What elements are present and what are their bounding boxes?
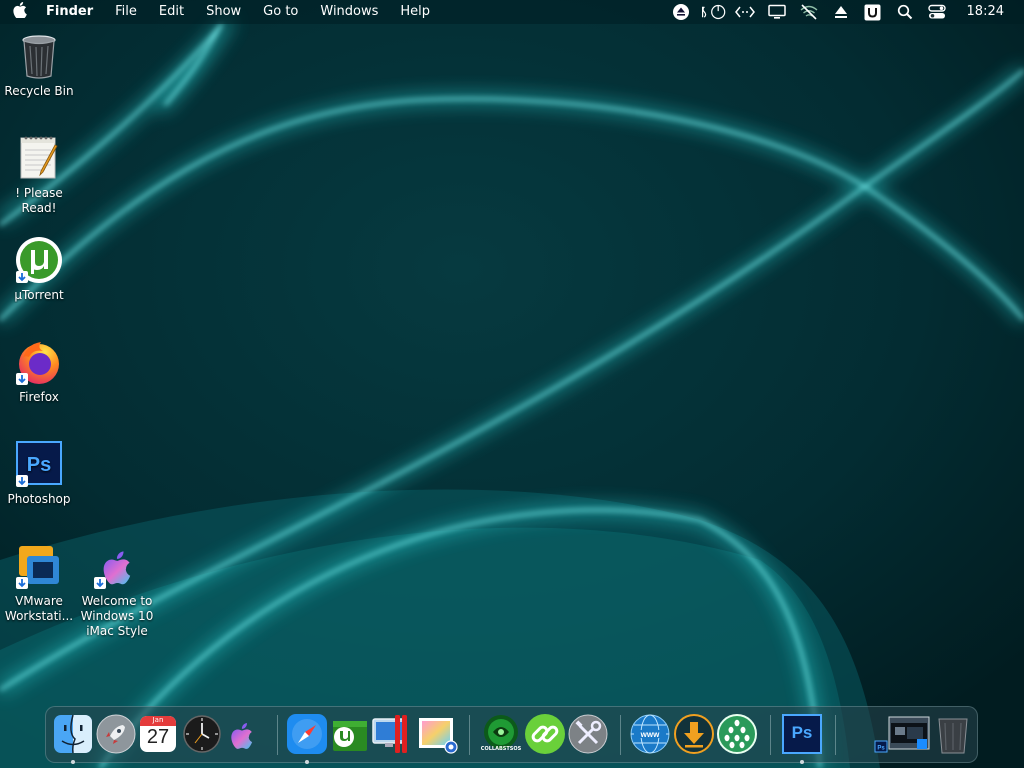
display-icon[interactable] [764,0,790,24]
dock-separator [277,715,278,755]
dock-clock[interactable] [181,713,223,755]
vmware-icon [15,542,63,590]
desktop-icon-vmware[interactable]: VMware Workstati... [0,542,79,624]
menu-go-to[interactable]: Go to [252,0,309,24]
dock-safari[interactable] [286,713,328,764]
dock-downloader[interactable] [673,713,715,755]
dock-parallels[interactable] [371,713,413,755]
dock-separator [469,715,470,755]
text-document-icon [15,134,63,182]
download-arrow-icon [674,714,714,754]
running-indicator [71,760,75,764]
svg-text:www: www [640,730,660,739]
menu-edit[interactable]: Edit [148,0,195,24]
dock-finder[interactable] [52,713,94,764]
photo-preview-icon [419,718,458,754]
search-icon[interactable] [892,0,918,24]
desktop-wallpaper [0,0,1024,768]
desktop-icon-utorrent[interactable]: µTorrent [0,236,79,303]
dock-link-app[interactable] [524,713,566,755]
network-code-icon[interactable] [732,0,758,24]
desktop-icon-label: µTorrent [14,288,64,302]
compass-icon [287,714,327,754]
shortcut-arrow-icon [16,373,28,385]
dock-trash[interactable] [932,713,974,755]
desktop-icon-photoshop[interactable]: Ps Photoshop [0,440,79,507]
utorrent-box-icon [333,721,367,751]
dock-collabstsos[interactable]: COLLABSTSOS [480,713,522,755]
apple-menu-icon[interactable] [0,2,40,22]
desktop-icon-please-read[interactable]: ! Please Read! [0,134,79,216]
eject-icon[interactable] [668,0,694,24]
desktop-icon-welcome[interactable]: Welcome to Windows 10 iMac Style [77,542,157,639]
apple-gradient-icon [231,723,253,749]
chain-link-icon [525,714,565,754]
dock-launchpad[interactable] [95,713,137,755]
dock-utorrent[interactable] [329,713,371,755]
collabstsos-label: COLLABSTSOS [480,746,522,752]
dock-separator [770,715,771,755]
photoshop-dock-label: Ps [791,723,813,742]
tools-icon [568,714,608,754]
power-icon[interactable] [700,0,726,24]
svg-text:Ps: Ps [27,454,51,476]
minimized-window-thumbnail-icon: Ps [874,716,930,753]
menu-windows[interactable]: Windows [309,0,389,24]
desktop-icon-label: ! Please Read! [15,186,63,215]
trash-icon [15,32,63,80]
shortcut-arrow-icon [16,271,28,283]
desktop-icon-label: Welcome to Windows 10 iMac Style [80,594,154,638]
parallels-icon [372,715,407,753]
welcome-apple-icon [93,542,141,590]
menu-file[interactable]: File [104,0,148,24]
shortcut-arrow-icon [16,475,28,487]
dock-separator [835,715,836,755]
running-indicator [800,760,804,764]
trash-icon [938,718,968,754]
menu-show[interactable]: Show [195,0,252,24]
dock-utilities[interactable] [567,713,609,755]
photoshop-icon: Ps [15,440,63,488]
running-indicator [305,760,309,764]
dock-photoshop[interactable]: Ps [781,713,823,764]
calendar-month: Jan [152,716,164,724]
u-badge-icon[interactable] [860,0,886,24]
dock-apple-welcome[interactable] [222,713,264,755]
dock-calendar[interactable]: Jan 27 [137,713,179,755]
desktop-icon-label: VMware Workstati... [4,594,74,623]
shortcut-arrow-icon [94,577,106,589]
desktop-icon-recycle-bin[interactable]: Recycle Bin [0,32,79,99]
dock-preview[interactable] [416,713,458,755]
shortcut-arrow-icon [16,577,28,589]
calendar-day: 27 [146,726,170,748]
desktop-icon-firefox[interactable]: Firefox [0,338,79,405]
finder-icon [54,714,92,754]
menu-bar: Finder File Edit Show Go to Windows Help [0,0,1024,24]
dock-minimized-window[interactable]: Ps [873,713,933,755]
clock-icon [183,715,221,753]
dock-drops-app[interactable] [716,713,758,755]
firefox-icon [15,338,63,386]
dock-separator [620,715,621,755]
desktop-icon-label: Recycle Bin [4,84,74,98]
menu-help[interactable]: Help [389,0,441,24]
dock-www-browser[interactable]: www [629,713,671,755]
globe-www-icon: www [630,714,670,754]
svg-text:Ps: Ps [877,746,885,752]
menu-bar-clock[interactable]: 18:24 [953,0,1024,24]
desktop-icon-label: Photoshop [7,492,71,506]
utorrent-icon [15,236,63,284]
control-center-icon[interactable] [924,0,950,24]
wifi-off-icon[interactable] [796,0,822,24]
rocket-icon [96,714,136,754]
drops-icon [717,714,757,754]
dock: Jan 27 COLLABSTSOS www Ps Ps [45,706,978,764]
upload-icon[interactable] [828,0,854,24]
app-menu-finder[interactable]: Finder [40,0,104,24]
desktop-icon-label: Firefox [19,390,59,404]
